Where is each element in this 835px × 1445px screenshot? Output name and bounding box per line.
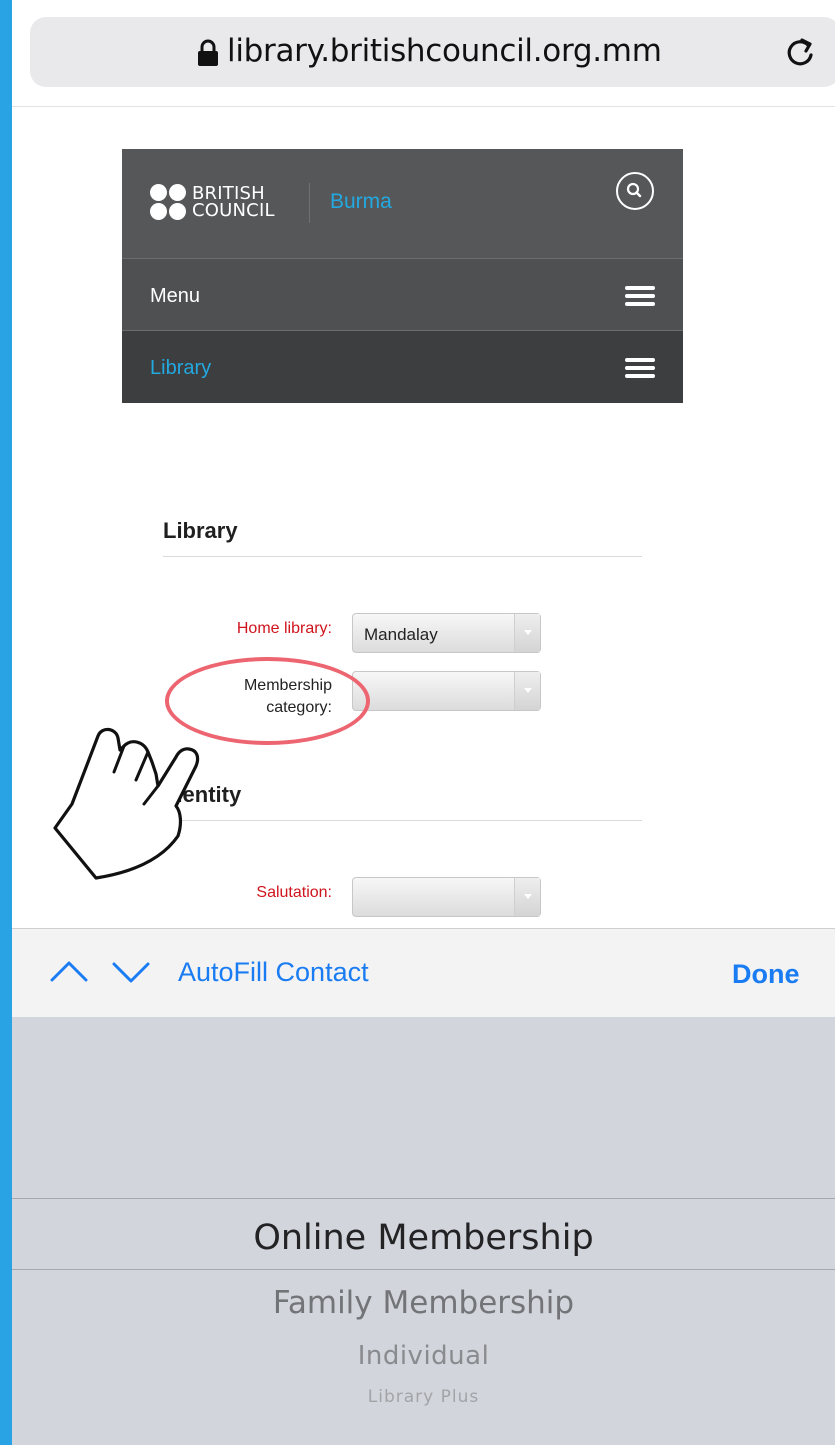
section-divider xyxy=(163,820,642,821)
section-divider xyxy=(163,556,642,557)
picker-option[interactable]: Library Plus xyxy=(12,1387,835,1407)
keyboard-accessory-bar: AutoFill Contact Done xyxy=(12,928,835,1017)
dropdown-arrow-icon xyxy=(514,878,540,916)
logo-text: BRITISH COUNCIL xyxy=(192,183,275,221)
library-nav-label: Library xyxy=(150,357,212,379)
brand-bar: BRITISH COUNCIL Burma xyxy=(122,149,683,258)
home-library-value: Mandalay xyxy=(364,625,438,644)
picker-option[interactable]: Individual xyxy=(12,1341,835,1371)
lock-icon xyxy=(198,39,218,66)
menu-label: Menu xyxy=(150,285,201,307)
british-council-logo[interactable]: BRITISH COUNCIL xyxy=(150,183,290,223)
library-section-title: Library xyxy=(163,518,238,543)
home-library-select[interactable]: Mandalay xyxy=(352,613,541,653)
selection-indicator-top xyxy=(12,1198,835,1199)
autofill-contact-button[interactable]: AutoFill Contact xyxy=(178,957,369,988)
address-bar[interactable]: library.britishcouncil.org.mm xyxy=(30,17,835,87)
salutation-select[interactable] xyxy=(352,877,541,917)
picker-option-selected[interactable]: Online Membership xyxy=(12,1218,835,1258)
browser-toolbar: library.britishcouncil.org.mm xyxy=(12,0,835,107)
library-nav-toggle[interactable]: Library xyxy=(122,330,683,403)
menu-toggle[interactable]: Menu xyxy=(122,258,683,330)
chevron-up-icon[interactable] xyxy=(50,959,88,983)
reload-icon[interactable] xyxy=(781,33,819,71)
brand-divider xyxy=(309,183,310,223)
site-header: BRITISH COUNCIL Burma Menu Library xyxy=(122,149,683,403)
home-library-label: Home library: xyxy=(236,620,332,637)
hamburger-icon[interactable] xyxy=(625,286,655,306)
membership-picker-wheel[interactable]: Online Membership Family Membership Indi… xyxy=(12,1017,835,1445)
logo-dots-icon xyxy=(150,183,188,223)
picker-option[interactable]: Family Membership xyxy=(12,1285,835,1321)
phone-screen: library.britishcouncil.org.mm BRITISH CO… xyxy=(12,0,835,1445)
chevron-down-icon[interactable] xyxy=(112,961,150,985)
hamburger-icon[interactable] xyxy=(625,358,655,378)
search-icon[interactable] xyxy=(616,172,654,210)
pointing-hand-icon xyxy=(53,727,200,880)
dropdown-arrow-icon xyxy=(514,614,540,652)
salutation-label: Salutation: xyxy=(256,884,332,901)
membership-category-select[interactable] xyxy=(352,671,541,711)
done-button[interactable]: Done xyxy=(732,959,800,990)
url-text: library.britishcouncil.org.mm xyxy=(227,33,662,69)
country-label: Burma xyxy=(330,190,392,213)
dropdown-arrow-icon xyxy=(514,672,540,710)
selection-indicator-bottom xyxy=(12,1269,835,1270)
